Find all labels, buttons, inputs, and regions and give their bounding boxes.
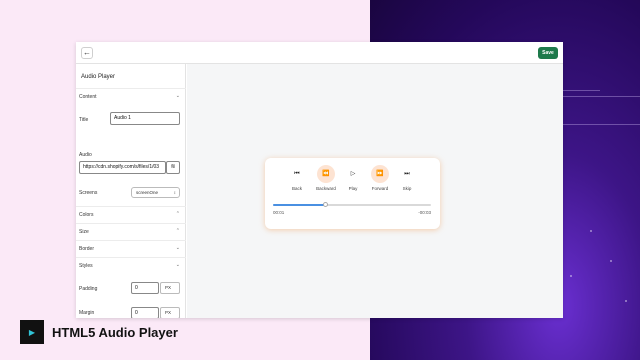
play-logo-icon: ▶ xyxy=(20,320,44,344)
audio-player-widget: ⏮ Back ⏪ Backward ▷ Play ⏩ Forward ⏭ Ski… xyxy=(265,158,440,229)
wifi-button[interactable]: ≋ xyxy=(166,161,180,174)
save-button[interactable]: Save xyxy=(538,47,558,59)
audio-label: Audio xyxy=(79,152,92,158)
wifi-icon: ≋ xyxy=(170,164,176,170)
control-label: Play xyxy=(348,186,358,191)
progress-track[interactable] xyxy=(273,202,431,207)
skip-control[interactable]: ⏭ Skip xyxy=(395,165,419,191)
skip-forward-icon: ⏭ xyxy=(404,171,410,177)
rewind-icon: ⏪ xyxy=(317,165,335,183)
section-label: Styles xyxy=(79,263,93,269)
section-content[interactable]: Content ⌄ xyxy=(76,88,186,104)
control-label: Forward xyxy=(371,186,389,191)
top-toolbar: ← Save xyxy=(76,42,563,64)
progress-handle[interactable] xyxy=(322,202,328,207)
back-control[interactable]: ⏮ Back xyxy=(285,165,309,191)
play-icon: ▷ xyxy=(350,171,356,177)
product-title: HTML5 Audio Player xyxy=(52,324,178,340)
arrow-left-icon: ← xyxy=(83,48,91,57)
screens-label: Screens xyxy=(79,190,98,196)
chevron-down-icon: ⌄ xyxy=(175,93,180,99)
section-styles[interactable]: Styles ⌄ xyxy=(76,257,186,273)
skip-back-icon: ⏮ xyxy=(294,171,300,177)
progress-fill xyxy=(273,204,326,206)
padding-input[interactable]: 0 xyxy=(131,282,159,294)
section-label: Colors xyxy=(79,212,94,218)
control-label: Backward xyxy=(316,186,336,191)
chevron-up-icon: ⌃ xyxy=(175,228,180,234)
chevron-down-icon: ⌄ xyxy=(175,245,180,251)
screens-select[interactable]: screenOne ↕ xyxy=(131,187,180,198)
title-label: Title xyxy=(79,117,89,123)
padding-unit-select[interactable]: PX xyxy=(160,282,180,294)
fast-forward-icon: ⏩ xyxy=(371,165,389,183)
title-input[interactable]: Audio 1 xyxy=(110,112,180,125)
product-banner: ▶ HTML5 Audio Player xyxy=(20,320,178,344)
margin-unit-select[interactable]: PX xyxy=(160,307,180,318)
padding-label: Padding xyxy=(79,286,98,292)
control-label: Back xyxy=(291,186,302,191)
section-label: Content xyxy=(79,94,97,100)
chevron-up-icon: ⌃ xyxy=(175,211,180,217)
section-border[interactable]: Border ⌄ xyxy=(76,240,186,256)
remaining-time: -00:03 xyxy=(418,210,431,215)
sidebar-title: Audio Player xyxy=(81,74,116,80)
section-size[interactable]: Size ⌃ xyxy=(76,223,186,239)
section-label: Border xyxy=(79,246,95,252)
current-time: 00:01 xyxy=(273,210,285,215)
audio-url-input[interactable]: https://cdn.shopify.com/s/files/1/03 xyxy=(79,161,166,174)
backward-control[interactable]: ⏪ Backward xyxy=(314,165,338,191)
preview-canvas: ⏮ Back ⏪ Backward ▷ Play ⏩ Forward ⏭ Ski… xyxy=(187,64,563,318)
play-control[interactable]: ▷ Play xyxy=(341,165,365,191)
margin-label: Margin xyxy=(79,310,95,316)
back-button[interactable]: ← xyxy=(81,47,93,59)
screens-value: screenOne xyxy=(136,190,159,195)
settings-sidebar: Audio Player Content ⌄ Title Audio 1 Aud… xyxy=(76,64,186,318)
section-label: Size xyxy=(79,229,89,235)
margin-input[interactable]: 0 xyxy=(131,307,159,318)
control-label: Skip xyxy=(402,186,412,191)
app-window: ← Save Audio Player Content ⌄ Title Audi… xyxy=(76,42,563,318)
section-colors[interactable]: Colors ⌃ xyxy=(76,206,186,222)
chevron-down-icon: ⌄ xyxy=(175,262,180,268)
chevron-updown-icon: ↕ xyxy=(173,190,176,195)
forward-control[interactable]: ⏩ Forward xyxy=(368,165,392,191)
